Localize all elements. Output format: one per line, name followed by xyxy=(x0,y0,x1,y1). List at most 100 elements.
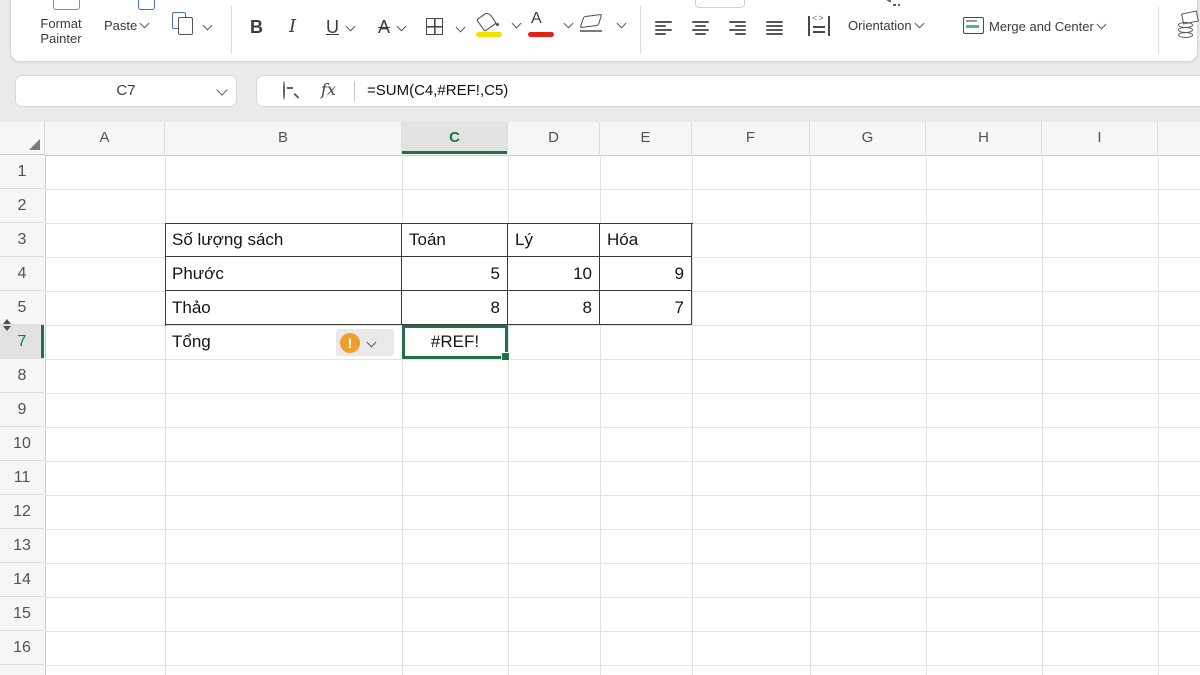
formula-bar[interactable]: fx =SUM(C4,#REF!,C5) xyxy=(256,75,1200,107)
data-stack-button[interactable] xyxy=(1176,12,1198,42)
column-header-B[interactable]: B xyxy=(165,122,402,154)
fill-color-button[interactable] xyxy=(476,12,524,44)
formula-input[interactable]: =SUM(C4,#REF!,C5) xyxy=(367,82,508,99)
column-header-E[interactable]: E xyxy=(600,122,692,154)
cut-icon-fragment-paste xyxy=(138,0,155,10)
underline-label: U xyxy=(326,17,339,37)
column-header-A[interactable]: A xyxy=(45,122,165,154)
orientation-label: Orientation xyxy=(848,18,912,33)
gridline-horizontal xyxy=(45,427,1200,428)
chevron-down-icon xyxy=(617,19,627,29)
gridline-horizontal xyxy=(45,189,1200,190)
chevron-down-icon xyxy=(456,23,466,33)
cut-dropdown-fragment xyxy=(695,0,745,8)
row-header-13[interactable]: 13 xyxy=(0,529,44,563)
underline-button[interactable]: U xyxy=(326,14,354,40)
borders-button[interactable] xyxy=(426,18,470,38)
row-header-3[interactable]: 3 xyxy=(0,223,44,257)
column-header-H[interactable]: H xyxy=(926,122,1042,154)
gridline-horizontal xyxy=(45,495,1200,496)
bold-button[interactable]: B xyxy=(250,14,263,40)
row-header-9[interactable]: 9 xyxy=(0,393,44,427)
align-right-button[interactable] xyxy=(729,21,746,35)
align-left-button[interactable] xyxy=(655,21,672,35)
strikethrough-label: A xyxy=(378,17,390,37)
insert-function-icon[interactable]: fx xyxy=(321,80,336,99)
row-header-16[interactable]: 16 xyxy=(0,631,44,665)
text-direction-brackets: <> xyxy=(812,13,825,23)
zoom-out-icon[interactable] xyxy=(283,81,285,100)
row-header-15[interactable]: 15 xyxy=(0,597,44,631)
bold-label: B xyxy=(250,17,263,37)
row-header-8[interactable]: 8 xyxy=(0,359,44,393)
borders-icon xyxy=(426,18,443,35)
gridline-horizontal xyxy=(45,461,1200,462)
paste-button[interactable]: Paste xyxy=(104,18,148,33)
cylinder-icon-3 xyxy=(1178,32,1193,38)
chevron-down-icon xyxy=(1096,20,1106,30)
row-header-10[interactable]: 10 xyxy=(0,427,44,461)
row-header-14[interactable]: 14 xyxy=(0,563,44,597)
error-options-button[interactable]: ! xyxy=(336,329,394,356)
paste-label: Paste xyxy=(104,18,137,33)
column-header-I[interactable]: I xyxy=(1042,122,1158,154)
select-all-corner[interactable] xyxy=(0,122,45,155)
fill-color-drop xyxy=(496,23,499,26)
row-header-2[interactable]: 2 xyxy=(0,189,44,223)
hidden-row-indicator[interactable] xyxy=(1,316,13,334)
clear-button[interactable] xyxy=(580,14,630,40)
justify-button[interactable] xyxy=(766,21,783,35)
font-color-button[interactable]: A xyxy=(528,10,576,44)
format-painter-label: Format Painter xyxy=(40,16,81,46)
chevron-down-icon xyxy=(140,19,150,29)
text-direction-bar-left xyxy=(808,16,810,36)
chevron-down-icon xyxy=(397,22,407,32)
text-direction-bar-right xyxy=(828,16,830,36)
orientation-button[interactable]: Orientation xyxy=(848,18,923,33)
chevron-down-icon xyxy=(367,338,377,348)
gridline-horizontal xyxy=(45,597,1200,598)
fill-color-swatch xyxy=(476,32,502,37)
fill-handle[interactable] xyxy=(501,352,510,361)
gridline-horizontal xyxy=(45,665,1200,666)
italic-button[interactable]: I xyxy=(289,14,296,40)
eraser-icon xyxy=(580,14,603,28)
name-box-value: C7 xyxy=(16,82,236,99)
row-header-12[interactable]: 12 xyxy=(0,495,44,529)
ribbon-divider xyxy=(1158,6,1159,54)
selected-cell-C7[interactable]: #REF! xyxy=(402,325,508,359)
column-header-C[interactable]: C xyxy=(402,122,508,154)
gridline-horizontal xyxy=(45,631,1200,632)
chevron-down-icon xyxy=(346,22,356,32)
eraser-icon-line xyxy=(580,30,602,32)
font-color-swatch xyxy=(528,32,554,37)
fill-color-icon xyxy=(476,11,497,32)
row-header-4[interactable]: 4 xyxy=(0,257,44,291)
data-table-frame xyxy=(165,223,693,326)
text-direction-button[interactable]: <> xyxy=(808,16,830,38)
cut-orientation-icon-fragment xyxy=(876,0,900,8)
gridline-horizontal xyxy=(45,529,1200,530)
row-header-1[interactable]: 1 xyxy=(0,155,44,189)
chevron-down-icon xyxy=(564,19,574,29)
name-box[interactable]: C7 xyxy=(15,75,237,107)
gridline-horizontal xyxy=(45,393,1200,394)
format-painter-button[interactable]: Format Painter xyxy=(28,16,94,46)
gridline-horizontal xyxy=(45,359,1200,360)
align-center-button[interactable] xyxy=(692,21,709,35)
strikethrough-button[interactable]: A xyxy=(378,14,405,40)
column-header-D[interactable]: D xyxy=(508,122,600,154)
chevron-down-icon xyxy=(203,21,213,31)
error-icon: ! xyxy=(340,333,360,353)
gridline-horizontal xyxy=(45,563,1200,564)
italic-label: I xyxy=(289,16,296,37)
formula-bar-divider xyxy=(354,81,355,101)
copy-button[interactable] xyxy=(172,12,216,40)
merge-icon xyxy=(963,17,984,34)
merge-and-center-button[interactable]: Merge and Center xyxy=(963,16,1143,38)
row-header-11[interactable]: 11 xyxy=(0,461,44,495)
column-header-F[interactable]: F xyxy=(692,122,810,154)
cut-icon-fragment xyxy=(53,0,80,10)
merge-and-center-label: Merge and Center xyxy=(989,19,1105,34)
column-header-G[interactable]: G xyxy=(810,122,926,154)
